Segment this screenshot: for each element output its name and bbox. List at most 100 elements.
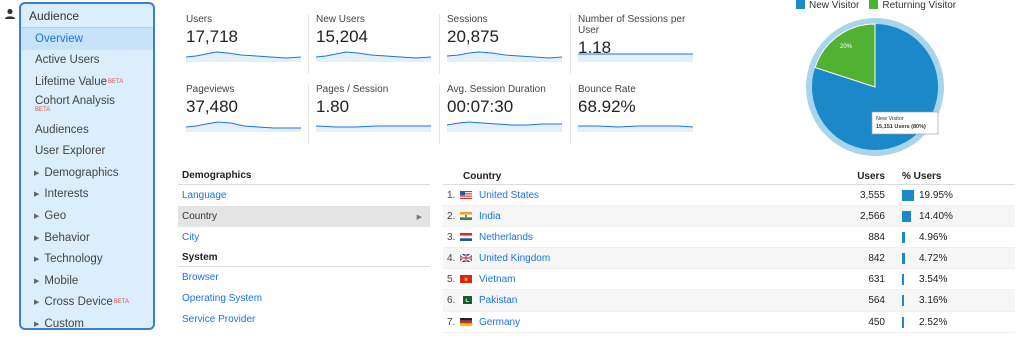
metric-value: 15,204 — [316, 27, 368, 46]
table-row: 3. Netherlands 884 4.96% — [443, 227, 1015, 249]
demographics-link-label: Language — [182, 190, 227, 201]
users-value: 564 — [868, 295, 885, 307]
metric-users[interactable]: Users 17,718 — [186, 14, 311, 72]
metric-avg-session-duration[interactable]: Avg. Session Duration 00:07:30 — [447, 84, 572, 142]
sidebar-item-label: User Explorer — [35, 145, 106, 158]
metric-new-users[interactable]: New Users 15,204 — [316, 14, 441, 72]
sidebar-item-active-users[interactable]: Active Users — [21, 50, 153, 72]
sidebar-item-list: Overview Active Users Lifetime Value BETA Co… — [21, 28, 153, 328]
row-rank: 3. — [447, 232, 456, 244]
country-link[interactable]: Pakistan — [479, 295, 517, 306]
pct-users-bar — [902, 295, 904, 307]
system-link-service-provider[interactable]: Service Provider — [178, 309, 430, 330]
sidebar-item-label: Overview — [35, 32, 83, 45]
pct-users-bar — [902, 274, 905, 286]
demographics-link-language[interactable]: Language — [178, 185, 430, 206]
caret-right-icon: ▶ — [34, 212, 40, 220]
sidebar-item-geo[interactable]: ▶ Geo — [21, 205, 153, 227]
demographics-list: Language Country ▶ City — [178, 185, 430, 248]
col-header-pct-users[interactable]: % Users — [902, 171, 941, 182]
demographics-link-city[interactable]: City — [178, 227, 430, 248]
sidebar-item-custom[interactable]: ▶ Custom — [21, 313, 153, 328]
legend-label: New Visitor — [809, 0, 860, 11]
sparkline-area — [316, 52, 431, 62]
caret-right-icon: ▶ — [34, 169, 40, 177]
person-icon — [5, 8, 15, 19]
caret-right-icon: ▶ — [34, 234, 40, 242]
col-header-country[interactable]: Country — [463, 171, 501, 182]
metric-value: 17,718 — [186, 27, 238, 46]
table-body: 1. United States 3,555 19.95% 2. India 2,566 14… — [443, 185, 1015, 333]
metric-pageviews[interactable]: Pageviews 37,480 — [186, 84, 311, 142]
metric-value: 1.80 — [316, 97, 350, 116]
legend-label: Returning Visitor — [882, 0, 957, 11]
metric-divider — [308, 14, 309, 74]
metric-bounce-rate[interactable]: Bounce Rate 68.92% — [578, 84, 703, 142]
metric-value: 20,875 — [447, 27, 499, 46]
system-link-label: Operating System — [182, 293, 263, 304]
country-link[interactable]: India — [479, 211, 501, 222]
metric-divider — [439, 84, 440, 144]
sidebar-item-cross-device[interactable]: ▶ Cross Device BETA — [21, 292, 153, 314]
system-link-browser[interactable]: Browser — [178, 267, 430, 288]
table-row: 2. India 2,566 14.40% — [443, 206, 1015, 228]
table-row: 1. United States 3,555 19.95% — [443, 185, 1015, 207]
demographics-link-label: Country — [182, 211, 218, 222]
caret-right-icon: ▶ — [34, 277, 40, 285]
metric-number-of-sessions-per-user[interactable]: Number of Sessions per User 1.18 — [578, 14, 703, 72]
country-link[interactable]: United States — [479, 190, 539, 201]
pct-users-value: 19.95% — [919, 190, 953, 201]
pie-tooltip-line2: 15,151 Users (80%) — [876, 124, 926, 130]
caret-right-icon: ▶ — [34, 256, 40, 264]
sidebar-item-interests[interactable]: ▶ Interests — [21, 184, 153, 206]
sidebar-strip — [0, 0, 18, 340]
caret-right-icon: ▶ — [34, 191, 40, 199]
demographics-link-country[interactable]: Country ▶ — [178, 206, 430, 227]
flag-in-icon — [460, 212, 472, 221]
demographics-panel: Demographics Language Country ▶ City System… — [178, 170, 430, 330]
legend-returning-visitor[interactable]: Returning Visitor — [869, 0, 956, 11]
sidebar-item-label: Cohort Analysis — [35, 94, 115, 107]
metric-sparkline — [447, 51, 563, 62]
flag-vn-icon — [460, 275, 472, 284]
flag-nl-icon — [460, 233, 472, 242]
table-row: 4. United Kingdom 842 4.72% — [443, 248, 1015, 270]
sidebar-item-demographics[interactable]: ▶ Demographics — [21, 162, 153, 184]
country-link[interactable]: United Kingdom — [479, 253, 550, 264]
sidebar-item-audiences[interactable]: Audiences — [21, 119, 153, 141]
sidebar-item-mobile[interactable]: ▶ Mobile — [21, 270, 153, 292]
pct-users-bar — [902, 211, 911, 223]
system-link-operating-system[interactable]: Operating System — [178, 288, 430, 309]
country-link[interactable]: Germany — [479, 317, 520, 328]
metric-sparkline — [578, 53, 693, 62]
sidebar-item-lifetime-value[interactable]: Lifetime Value BETA — [21, 71, 153, 93]
pct-users-bar — [902, 253, 905, 265]
legend-new-visitor[interactable]: New Visitor — [796, 0, 859, 11]
sidebar-item-behavior[interactable]: ▶ Behavior — [21, 227, 153, 249]
system-link-label: Service Provider — [182, 314, 256, 325]
caret-right-icon: ▶ — [34, 299, 40, 307]
country-link[interactable]: Vietnam — [479, 274, 516, 285]
sidebar-item-overview[interactable]: Overview — [21, 28, 153, 50]
flag-us-icon — [460, 191, 472, 199]
users-value: 450 — [868, 316, 885, 328]
row-rank: 4. — [447, 253, 456, 265]
sidebar-header-audience[interactable]: Audience — [21, 4, 153, 28]
metric-sessions[interactable]: Sessions 20,875 — [447, 14, 572, 72]
sidebar-item-cohort-analysis[interactable]: Cohort Analysis BETA — [21, 93, 153, 119]
metric-label: Number of Sessions per User — [578, 14, 686, 36]
metric-label: Pageviews — [186, 84, 235, 95]
users-value: 631 — [868, 274, 885, 286]
legend-swatch — [796, 0, 805, 9]
sidebar-item-user-explorer[interactable]: User Explorer — [21, 140, 153, 162]
metric-pages-session[interactable]: Pages / Session 1.80 — [316, 84, 441, 142]
users-value: 2,566 — [859, 211, 885, 223]
metric-label: Users — [186, 14, 213, 25]
pct-users-value: 4.96% — [919, 232, 948, 244]
sidebar-item-technology[interactable]: ▶ Technology — [21, 248, 153, 270]
row-rank: 1. — [447, 190, 456, 201]
sidebar-item-label: Cross Device — [44, 296, 113, 309]
country-table: Country Users % Users 1. United States 3,5… — [443, 170, 1015, 333]
country-link[interactable]: Netherlands — [479, 232, 533, 243]
col-header-users[interactable]: Users — [857, 171, 885, 182]
